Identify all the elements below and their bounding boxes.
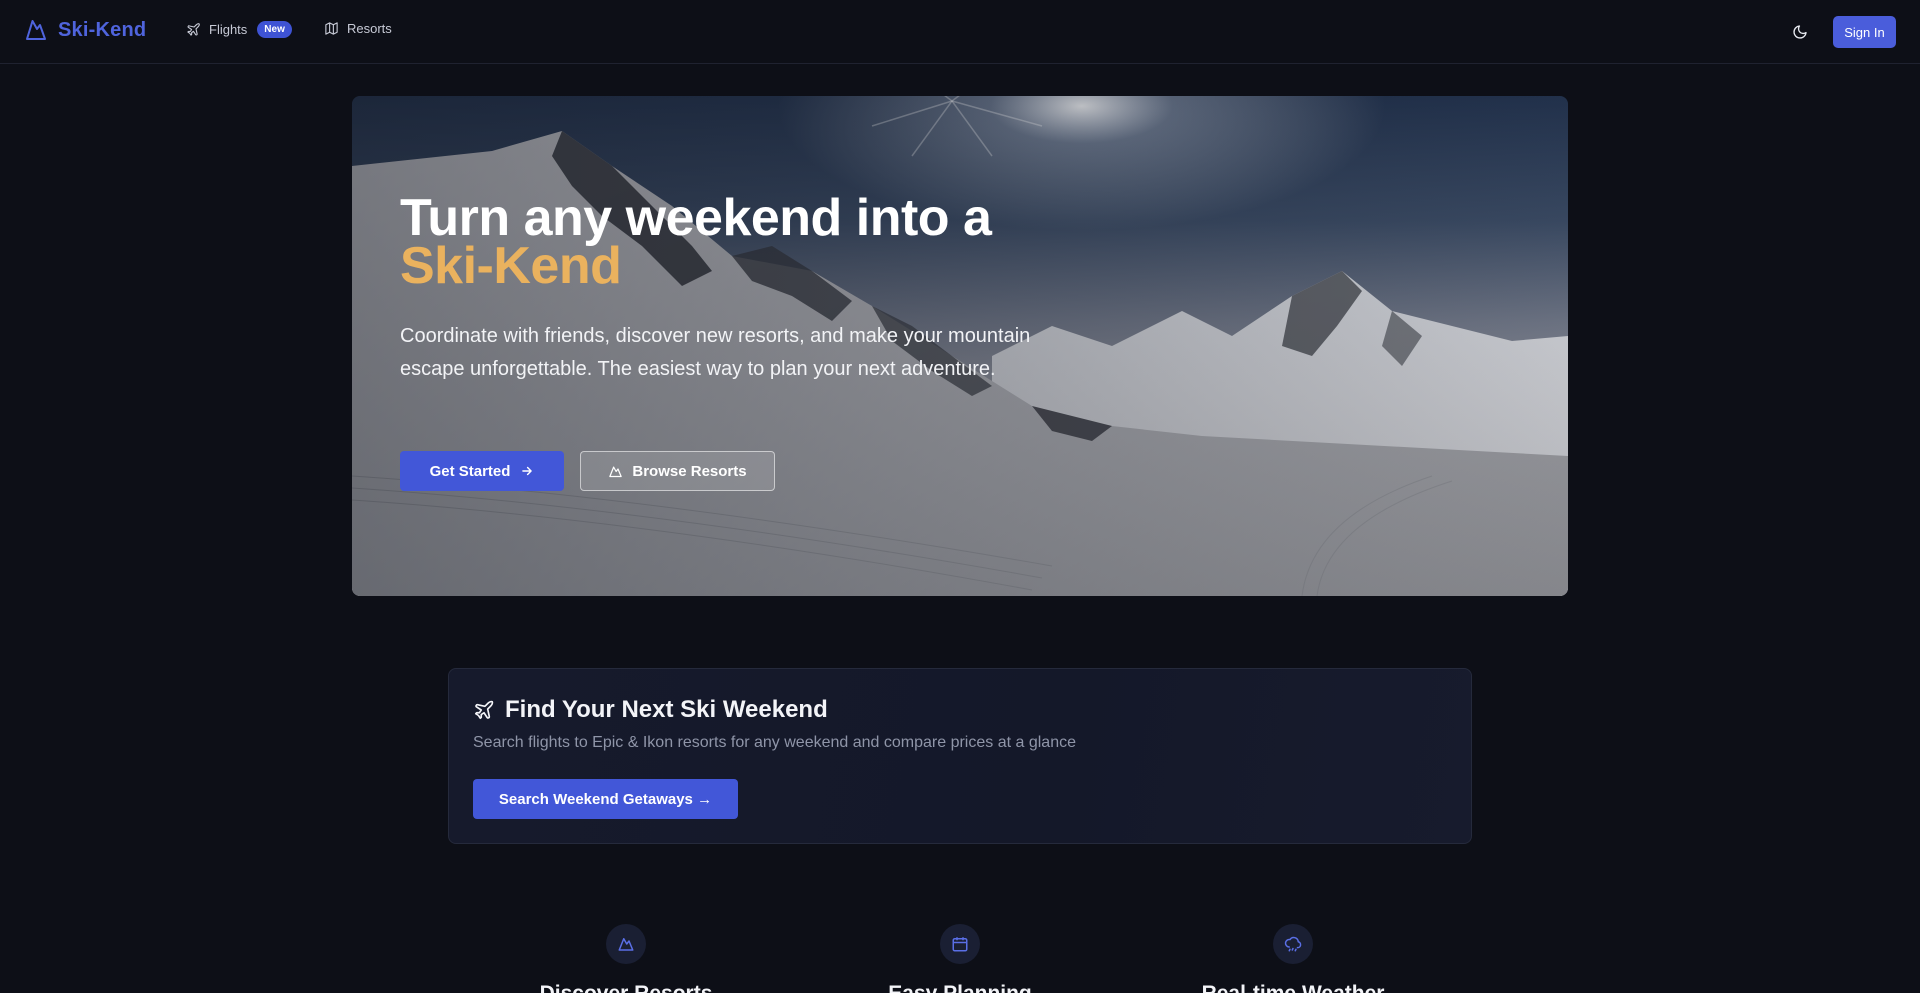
cloud-rain-icon — [1284, 936, 1302, 952]
card-title: Find Your Next Ski Weekend — [505, 696, 828, 723]
feature-icon-wrap — [940, 924, 980, 964]
nav-item-flights[interactable]: Flights New — [186, 21, 292, 38]
mountain-logo-icon — [26, 20, 46, 40]
feature-title: Easy Planning — [888, 982, 1032, 993]
browse-resorts-label: Browse Resorts — [632, 462, 747, 480]
get-started-label: Get Started — [429, 462, 511, 480]
feature-icon-wrap — [1273, 924, 1313, 964]
mountain-icon — [618, 938, 634, 951]
plane-icon — [187, 23, 200, 36]
get-started-button[interactable]: Get Started — [400, 451, 564, 491]
nav-resorts-label: Resorts — [347, 21, 392, 36]
plane-icon — [474, 700, 494, 720]
browse-resorts-button[interactable]: Browse Resorts — [580, 451, 775, 491]
mountain-icon — [609, 466, 623, 477]
brand-name: Ski-Kend — [58, 18, 147, 41]
calendar-icon — [952, 937, 968, 952]
flight-search-card: Find Your Next Ski Weekend Search flight… — [448, 668, 1472, 844]
arrow-right-icon — [522, 466, 533, 476]
sign-in-button[interactable]: Sign In — [1833, 16, 1896, 48]
card-header: Find Your Next Ski Weekend — [473, 696, 828, 724]
hero-title-accent: Ski-Kend — [400, 237, 622, 295]
nav-flights-label: Flights — [209, 22, 248, 37]
feature-easy-planning: Easy Planning — [810, 924, 1110, 993]
theme-toggle-button[interactable] — [1790, 22, 1810, 42]
hero-subtitle: Coordinate with friends, discover new re… — [400, 325, 1031, 380]
feature-discover-resorts: Discover Resorts — [476, 924, 776, 993]
feature-title: Real-time Weather — [1202, 982, 1385, 993]
brand-logo[interactable]: Ski-Kend — [24, 18, 146, 42]
map-icon — [325, 22, 338, 35]
feature-title: Discover Resorts — [540, 982, 713, 993]
new-badge: New — [257, 21, 292, 38]
nav-item-resorts[interactable]: Resorts — [324, 21, 392, 36]
search-weekend-getaways-button[interactable]: Search Weekend Getaways → — [473, 779, 738, 819]
moon-icon — [1793, 25, 1807, 39]
hero-banner: Turn any weekend into a Ski-Kend Coordin… — [352, 96, 1568, 596]
hero-title: Turn any weekend into a Ski-Kend — [400, 192, 1100, 295]
feature-icon-wrap — [606, 924, 646, 964]
feature-real-time-weather: Real-time Weather — [1143, 924, 1443, 993]
top-navbar: Ski-Kend Flights New Resorts Sign In — [0, 0, 1920, 64]
card-subtitle: Search flights to Epic & Ikon resorts fo… — [473, 734, 1076, 751]
